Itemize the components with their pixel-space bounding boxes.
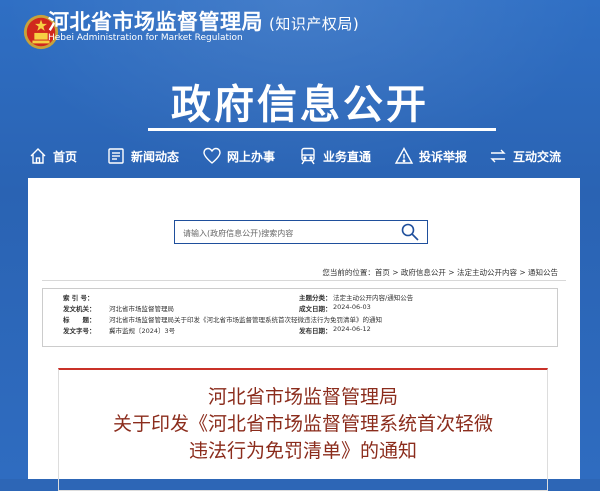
page-header-background: 河北省市场监督管理局 (知识产权局) Hebei Administration f…	[0, 0, 600, 491]
org-name: 河北省市场监督管理局 (知识产权局)	[48, 6, 359, 36]
org-name-en: Hebei Administration for Market Regulati…	[48, 33, 243, 43]
meta-created-label: 成文日期：	[299, 305, 332, 313]
train-icon	[301, 147, 315, 165]
document-title: 河北省市场监督管理局 关于印发《河北省市场监督管理系统首次轻微 违法行为免罚清单…	[59, 384, 547, 465]
meta-topic-label: 主题分类：	[299, 294, 332, 302]
meta-docno-label: 发文字号：	[63, 327, 96, 335]
content-panel: 您当前的位置：首页 > 政府信息公开 > 法定主动公开内容 > 通知公告 索 引…	[28, 178, 580, 491]
main-nav: 首页 新闻动态 网上办事 业务直通 投诉举报 互动交流	[28, 140, 588, 172]
nav-item-label: 互动交流	[513, 149, 562, 164]
nav-item-label: 首页	[53, 149, 78, 164]
meta-pubdate-label: 发布日期：	[299, 327, 332, 335]
meta-created-value: 2024-06-03	[333, 303, 371, 311]
banner-underline	[148, 128, 496, 131]
document-body: 河北省市场监督管理局 关于印发《河北省市场监督管理系统首次轻微 违法行为免罚清单…	[58, 368, 548, 491]
org-name-sub: (知识产权局)	[269, 15, 360, 33]
meta-row: 索 引 号： 主题分类： 法定主动公开内容/通知公告	[43, 292, 557, 303]
nav-item-label: 新闻动态	[131, 149, 180, 164]
search-input[interactable]	[181, 224, 395, 242]
meta-docno-value: 冀市监规〔2024〕3号	[109, 327, 176, 335]
meta-issuer-value: 河北省市场监督管理局	[109, 305, 174, 313]
nav-item-business[interactable]: 业务直通	[298, 140, 394, 172]
page-banner-title: 政府信息公开	[171, 82, 429, 128]
meta-title-label: 标 题：	[63, 316, 96, 324]
nav-item-news[interactable]: 新闻动态	[106, 140, 202, 172]
search-icon[interactable]	[399, 222, 421, 242]
meta-issuer-label: 发文机关：	[63, 305, 96, 313]
document-title-line: 河北省市场监督管理局	[207, 386, 398, 408]
document-title-line: 违法行为免罚清单》的通知	[188, 440, 417, 462]
heart-hand-icon	[203, 147, 221, 164]
search-box	[174, 220, 428, 244]
nav-item-label: 网上办事	[227, 149, 276, 164]
nav-item-complaint[interactable]: 投诉举报	[394, 140, 488, 172]
breadcrumb: 您当前的位置：首页 > 政府信息公开 > 法定主动公开内容 > 通知公告	[322, 268, 558, 277]
org-name-cn: 河北省市场监督管理局	[48, 10, 263, 34]
nav-item-label: 业务直通	[323, 149, 372, 164]
meta-title-value: 河北省市场监督管理局关于印发《河北省市场监督管理系统首次轻微违法行为免罚清单》的…	[109, 316, 382, 324]
meta-index-label: 索 引 号：	[63, 294, 94, 302]
meta-row: 发文机关： 河北省市场监督管理局 成文日期： 2024-06-03	[43, 303, 557, 314]
nav-item-interaction[interactable]: 互动交流	[488, 140, 584, 172]
meta-pubdate-value: 2024-06-12	[333, 325, 371, 333]
nav-item-home[interactable]: 首页	[28, 140, 106, 172]
exchange-icon	[490, 149, 506, 163]
document-meta-table: 索 引 号： 主题分类： 法定主动公开内容/通知公告 发文机关： 河北省市场监督…	[42, 288, 558, 347]
nav-item-label: 投诉举报	[419, 149, 468, 164]
document-title-line: 关于印发《河北省市场监督管理系统首次轻微	[112, 413, 493, 435]
home-icon	[30, 148, 46, 164]
news-icon	[108, 148, 124, 164]
meta-row: 发文字号： 冀市监规〔2024〕3号 发布日期： 2024-06-12	[43, 325, 557, 336]
breadcrumb-divider	[42, 280, 566, 281]
meta-row: 标 题： 河北省市场监督管理局关于印发《河北省市场监督管理系统首次轻微违法行为免…	[43, 314, 557, 325]
warning-icon	[394, 147, 414, 164]
meta-topic-value: 法定主动公开内容/通知公告	[333, 294, 414, 302]
nav-item-online-service[interactable]: 网上办事	[202, 140, 298, 172]
